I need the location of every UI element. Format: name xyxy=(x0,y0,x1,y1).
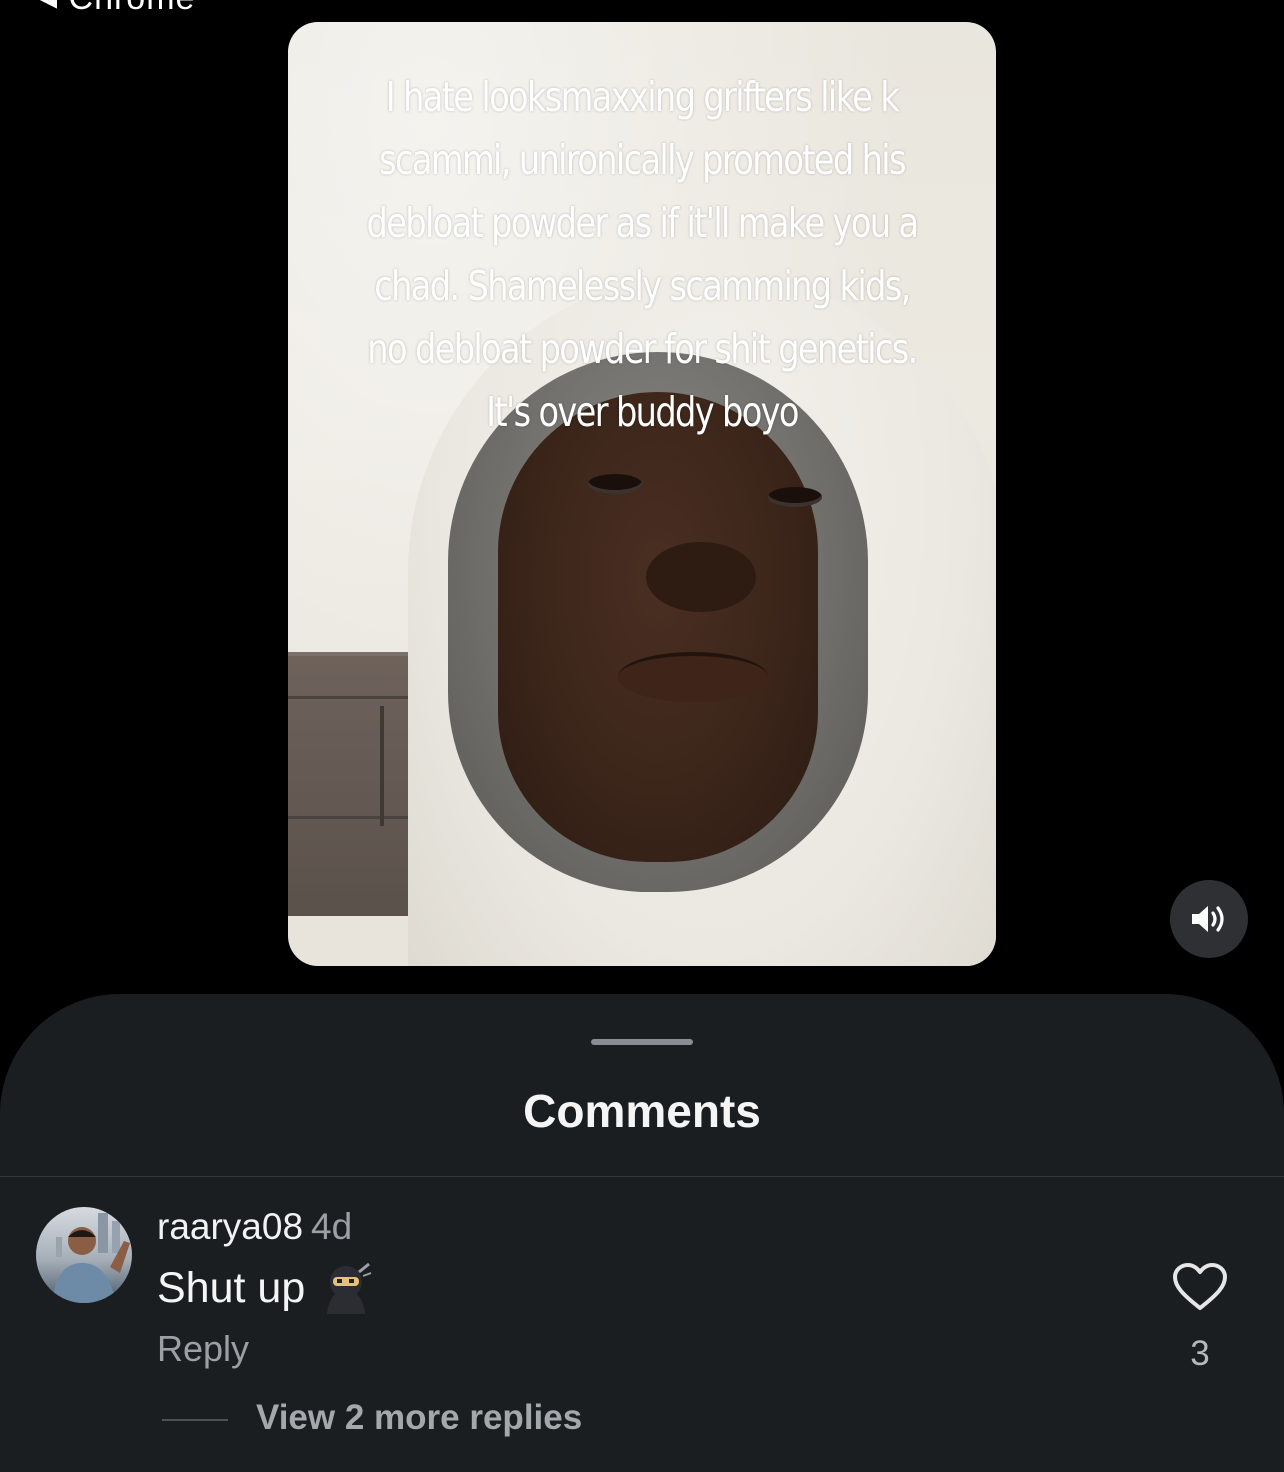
avatar-photo-icon xyxy=(52,1213,130,1303)
avatar[interactable] xyxy=(36,1207,132,1303)
like-count: 3 xyxy=(1190,1334,1210,1373)
heart-icon xyxy=(1173,1263,1227,1310)
video-mouth xyxy=(618,652,768,702)
video-face xyxy=(498,392,818,862)
reply-button[interactable]: Reply xyxy=(157,1328,249,1370)
sheet-drag-handle[interactable] xyxy=(591,1039,693,1045)
view-more-replies-button[interactable]: View 2 more replies xyxy=(256,1398,582,1438)
video-nose xyxy=(646,542,756,612)
video-caption: I hate looksmaxxing grifters like k scam… xyxy=(366,73,920,436)
back-to-chrome-link[interactable]: ◂ Chrome xyxy=(40,0,195,18)
reel-comments-screen: ◂ Chrome I hate looksmaxxing grifters li… xyxy=(0,0,1284,1472)
header-divider xyxy=(0,1176,1284,1177)
video-left-eye xyxy=(588,474,642,494)
comment-body: Shut up xyxy=(157,1262,373,1314)
comment-username[interactable]: raarya08 xyxy=(157,1206,303,1247)
comments-title: Comments xyxy=(523,1085,761,1137)
comment-header: raarya08 4d xyxy=(157,1206,352,1248)
comments-sheet: Comments raarya08 4d Shut up Reply 3 Vie… xyxy=(0,994,1284,1472)
sound-toggle-button[interactable] xyxy=(1170,880,1248,958)
video-player[interactable]: I hate looksmaxxing grifters like k scam… xyxy=(288,22,996,966)
comment-timestamp: 4d xyxy=(311,1206,353,1247)
replies-divider-line xyxy=(162,1419,228,1421)
comment-text: Shut up xyxy=(157,1263,306,1312)
ninja-emoji-icon xyxy=(319,1262,373,1314)
speaker-on-icon xyxy=(1192,906,1224,932)
like-button[interactable] xyxy=(1172,1262,1228,1312)
video-right-eye xyxy=(768,487,822,507)
